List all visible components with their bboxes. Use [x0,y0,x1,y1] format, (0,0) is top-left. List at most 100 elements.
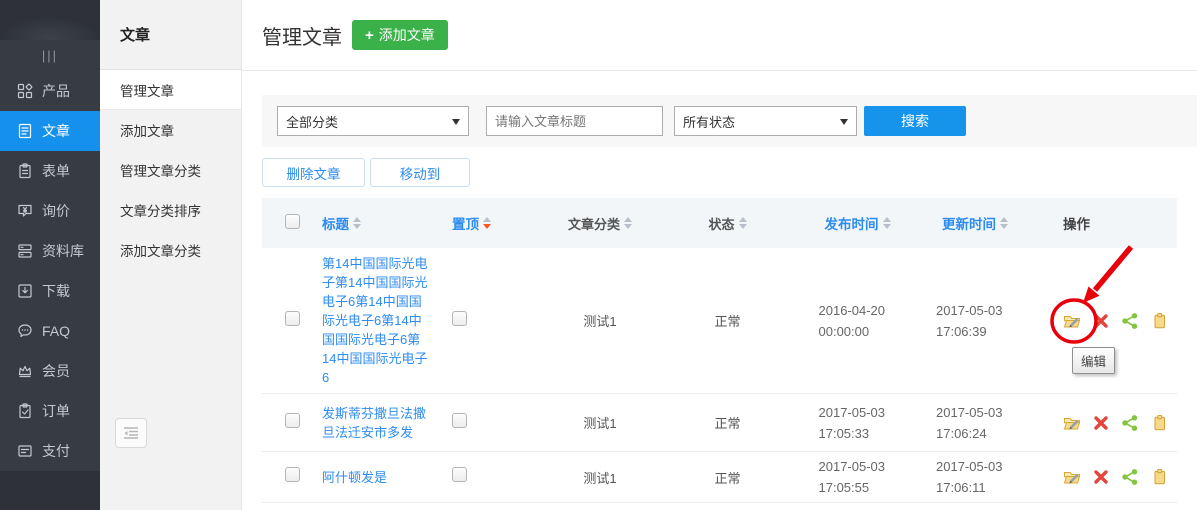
publish-time: 2017-05-03 17:05:33 [819,402,897,444]
table-row: 第14中国国际光电子第14中国国际光电子6第14中国国际光电子6第14中国国际光… [262,248,1177,394]
column-header-title[interactable]: 标题 [322,213,361,233]
move-to-button[interactable]: 移动到 [370,158,470,187]
top-checkbox[interactable] [452,311,467,326]
submenu-item-add-category[interactable]: 添加文章分类 [100,230,241,270]
copy-icon[interactable] [1150,468,1168,486]
table-row: 发斯蒂芬撒旦法撒旦法迁安市多发 测试1 正常 2017-05-03 17:05:… [262,394,1177,452]
table-row: 阿什顿发是 测试1 正常 2017-05-03 17:05:55 2017-05… [262,452,1177,503]
sort-icon-active[interactable] [483,217,491,229]
main-content: 管理文章 + 添加文章 全部分类 所有状态 搜索 删除文章 移动到 [242,0,1197,510]
row-actions [1030,468,1177,486]
sidebar-item-faq[interactable]: FAQ [0,311,100,351]
column-header-publish-time[interactable]: 发布时间 [825,213,891,233]
article-title-link[interactable]: 发斯蒂芬撒旦法撒旦法迁安市多发 [322,404,434,442]
add-article-label: 添加文章 [379,25,435,45]
sidebar-footer [0,471,100,510]
sidebar-item-articles[interactable]: 文章 [0,111,100,151]
status-select-value: 所有状态 [683,112,735,131]
select-all-checkbox[interactable] [285,214,300,229]
category-select[interactable]: 全部分类 [277,106,469,136]
admin-app: ||| 产品 文章 表单 [0,0,1197,510]
sort-icon[interactable] [624,217,632,229]
delete-icon[interactable] [1092,414,1110,432]
sidebar-item-inquiry[interactable]: 询价 [0,191,100,231]
article-title-search-input[interactable] [486,106,663,136]
add-article-button[interactable]: + 添加文章 [352,20,448,50]
download-icon [17,283,33,299]
sidebar-item-label: 资料库 [42,241,84,261]
submenu-item-add-article[interactable]: 添加文章 [100,110,241,150]
sidebar-item-library[interactable]: 资料库 [0,231,100,271]
column-header-status[interactable]: 状态 [708,214,746,233]
sidebar-item-payment[interactable]: 支付 [0,431,100,471]
top-checkbox[interactable] [452,467,467,482]
sidebar-item-forms[interactable]: 表单 [0,151,100,191]
share-icon[interactable] [1121,312,1139,330]
chevron-down-icon [840,119,848,125]
library-icon [17,243,33,259]
sidebar-item-products[interactable]: 产品 [0,71,100,111]
sort-icon[interactable] [1000,217,1008,229]
members-icon [17,363,33,379]
sidebar-item-label: 支付 [42,441,70,461]
edit-icon[interactable] [1063,468,1081,486]
edit-icon[interactable] [1063,312,1081,330]
sidebar-item-label: 会员 [42,361,70,381]
submenu-collapse-button[interactable] [115,418,147,448]
articles-icon [17,123,33,139]
article-title-link[interactable]: 第14中国国际光电子第14中国国际光电子6第14中国国际光电子6第14中国国际光… [322,254,434,387]
article-status: 正常 [660,413,795,432]
delete-articles-button[interactable]: 删除文章 [262,158,365,187]
row-actions [1030,414,1177,432]
sort-icon[interactable] [739,217,747,229]
sidebar-item-orders[interactable]: 订单 [0,391,100,431]
select-row-checkbox[interactable] [285,467,300,482]
delete-icon[interactable] [1092,312,1110,330]
status-select[interactable]: 所有状态 [674,106,857,136]
share-icon[interactable] [1121,468,1139,486]
copy-icon[interactable] [1150,414,1168,432]
submenu-item-manage-articles[interactable]: 管理文章 [100,70,241,110]
collapse-submenu-icon [123,427,139,439]
article-title-link[interactable]: 阿什顿发是 [322,468,434,487]
edit-tooltip: 编辑 [1072,347,1115,374]
column-header-top[interactable]: 置顶 [452,213,491,233]
primary-sidebar: ||| 产品 文章 表单 [0,0,100,510]
plus-icon: + [365,27,374,44]
search-button[interactable]: 搜索 [864,106,966,136]
top-checkbox[interactable] [452,413,467,428]
sidebar-item-downloads[interactable]: 下载 [0,271,100,311]
category-select-value: 全部分类 [286,112,338,131]
row-actions [1030,312,1177,330]
sidebar-collapse-button[interactable]: ||| [0,40,100,71]
sort-icon[interactable] [883,217,891,229]
update-time: 2017-05-03 17:06:39 [936,300,1014,342]
select-row-checkbox[interactable] [285,413,300,428]
copy-icon[interactable] [1150,312,1168,330]
edit-icon[interactable] [1063,414,1081,432]
filter-bar: 全部分类 所有状态 搜索 [262,95,1197,147]
article-status: 正常 [660,311,795,330]
products-grid-icon [17,83,33,99]
sort-icon[interactable] [353,217,361,229]
update-time: 2017-05-03 17:06:24 [936,402,1014,444]
forms-icon [17,163,33,179]
sidebar-item-members[interactable]: 会员 [0,351,100,391]
column-header-update-time[interactable]: 更新时间 [942,213,1008,233]
publish-time: 2016-04-20 00:00:00 [819,300,897,342]
delete-icon[interactable] [1092,468,1110,486]
column-header-category[interactable]: 文章分类 [568,214,632,233]
sidebar-item-label: 产品 [42,81,70,101]
sidebar-item-label: 询价 [42,201,70,221]
submenu-item-sort-categories[interactable]: 文章分类排序 [100,190,241,230]
submenu-title: 文章 [100,0,241,70]
select-row-checkbox[interactable] [285,311,300,326]
orders-icon [17,403,33,419]
page-title: 管理文章 [262,21,342,50]
sidebar-item-label: 下载 [42,281,70,301]
sidebar-item-label: 订单 [42,401,70,421]
chevron-down-icon [452,119,460,125]
update-time: 2017-05-03 17:06:11 [936,456,1014,498]
share-icon[interactable] [1121,414,1139,432]
submenu-item-manage-categories[interactable]: 管理文章分类 [100,150,241,190]
